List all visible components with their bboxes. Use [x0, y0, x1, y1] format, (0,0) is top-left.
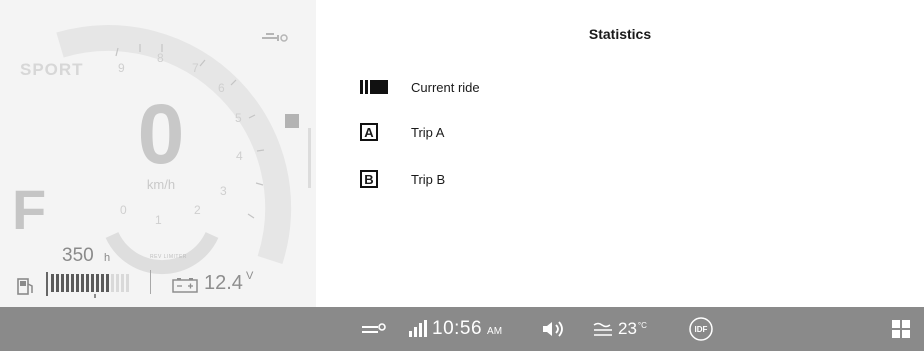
rev-limiter-label: REV LIMITER [150, 254, 187, 260]
stat-item-trip-b[interactable]: B Trip B [360, 166, 445, 192]
edge-indicator [308, 128, 311, 188]
temperature-value: 23 [618, 319, 637, 338]
separator [150, 270, 151, 294]
fuel-segment [61, 274, 64, 292]
fog-icon [592, 307, 616, 351]
speed-value: 0 [137, 87, 185, 181]
range-value: 350 [62, 245, 94, 266]
battery-voltage: 12.4 [204, 272, 243, 294]
fuel-segment [66, 274, 69, 292]
riding-mode: SPORT [20, 60, 84, 79]
speed-unit: km/h [146, 177, 176, 192]
fuel-pump-icon [17, 278, 33, 295]
fuel-segment [116, 274, 119, 292]
fuel-segment [71, 274, 74, 292]
idf-logo-icon[interactable]: IDF [688, 307, 714, 351]
statistics-panel: Statistics Current ride A Trip A B Trip … [316, 0, 924, 307]
current-ride-icon [360, 76, 394, 98]
rpm-tick-3: 3 [220, 184, 227, 198]
wrench-gauge-icon [262, 33, 288, 42]
stat-label-trip-a: Trip A [411, 124, 445, 140]
gear-indicator: F [12, 178, 47, 241]
temperature-marker [285, 114, 299, 128]
fuel-segment [81, 274, 84, 292]
fuel-segment [126, 274, 129, 292]
fuel-segment [86, 274, 89, 292]
rpm-tick-5: 5 [235, 111, 242, 125]
trip-a-icon: A [360, 123, 378, 141]
fuel-segment [111, 274, 114, 292]
trip-b-icon: B [360, 170, 378, 188]
fuel-segment [91, 274, 94, 292]
clock: 10:56 AM [432, 307, 502, 351]
dashboard-panel: 9 8 7 6 5 4 3 2 1 0 SPORT 0 km/h F 350 h… [0, 0, 316, 307]
status-bar: 10:56 AM 23 °C IDF [0, 307, 924, 351]
rpm-tick-9: 9 [118, 61, 125, 75]
idf-logo-text: IDF [695, 325, 708, 334]
wrench-connect-icon[interactable] [360, 307, 388, 351]
fuel-segment [121, 274, 124, 292]
apps-grid-icon[interactable] [892, 307, 910, 351]
rpm-tick-2: 2 [194, 203, 201, 217]
signal-bars-icon [408, 307, 428, 351]
fuel-segment [96, 274, 99, 292]
rpm-tick-4: 4 [236, 149, 243, 163]
voltage-unit: V [246, 270, 254, 282]
stat-label-current-ride: Current ride [411, 79, 480, 95]
fuel-segment [51, 274, 54, 292]
stat-item-trip-a[interactable]: A Trip A [360, 119, 444, 145]
rpm-tick-7: 7 [192, 61, 199, 75]
rpm-tick-8: 8 [157, 51, 164, 65]
rpm-tick-0: 0 [120, 203, 127, 217]
rpm-tick-1: 1 [155, 213, 162, 227]
fuel-segment [101, 274, 104, 292]
volume-icon[interactable] [541, 307, 567, 351]
clock-time: 10:56 [432, 318, 483, 339]
battery-icon [172, 278, 198, 293]
page-title: Statistics [588, 26, 652, 42]
fuel-segment [56, 274, 59, 292]
stat-item-current-ride[interactable]: Current ride [360, 74, 480, 100]
range-unit: h [104, 252, 111, 264]
temperature: 23 °C [618, 307, 647, 351]
temperature-unit: °C [637, 320, 647, 330]
fuel-segment [106, 274, 109, 292]
fuel-segment [76, 274, 79, 292]
fuel-level-bar [46, 272, 129, 298]
stat-label-trip-b: Trip B [411, 171, 446, 187]
rpm-tick-6: 6 [218, 81, 225, 95]
clock-ampm: AM [487, 326, 503, 337]
